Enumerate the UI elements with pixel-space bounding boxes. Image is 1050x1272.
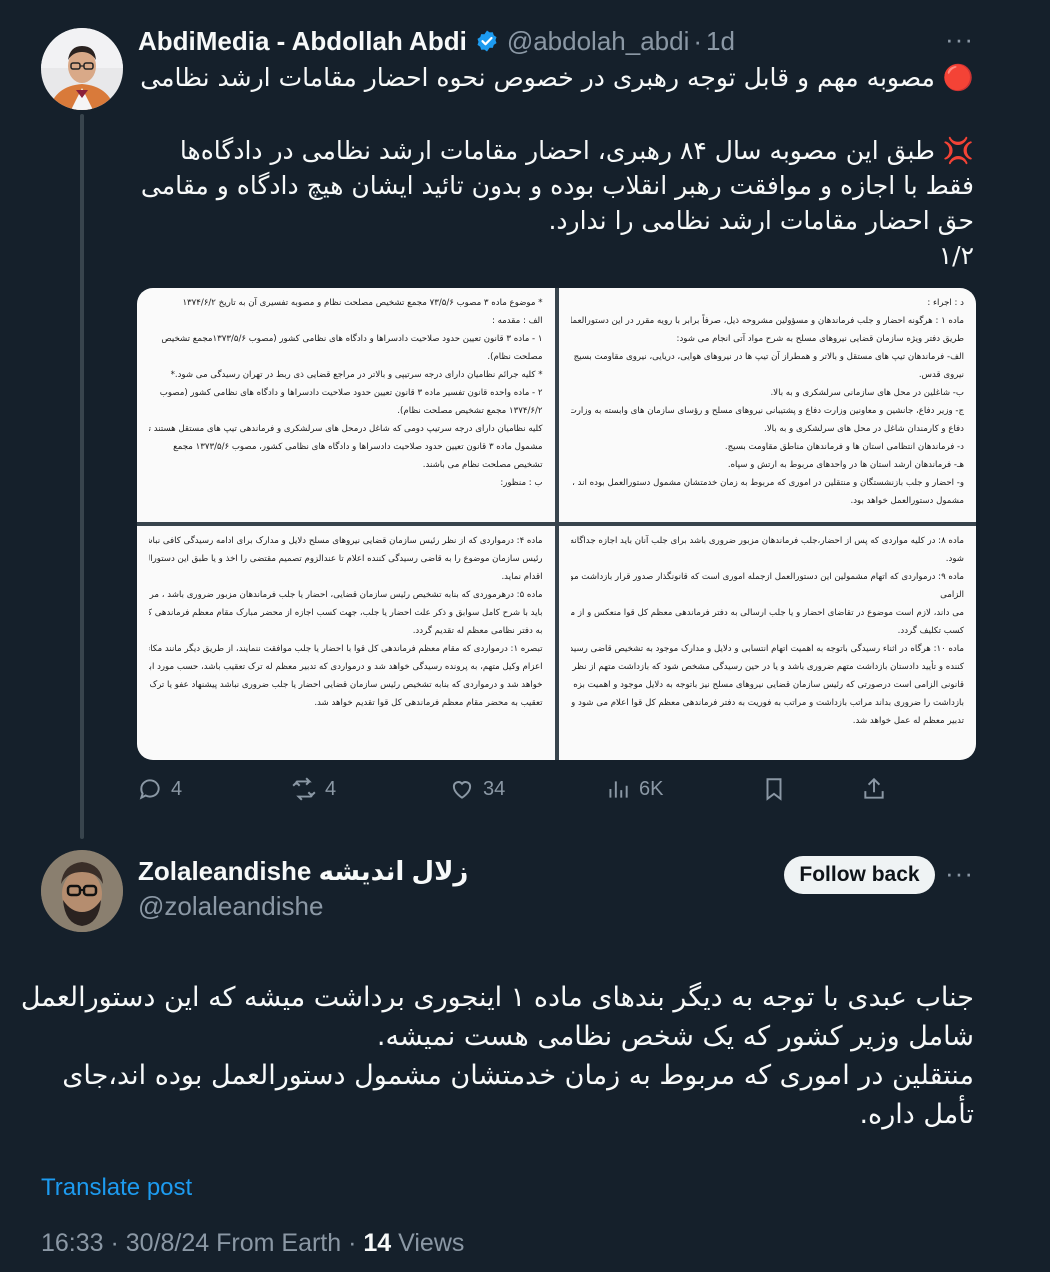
timestamp[interactable]: 16:33 · 30/8/24 From Earth ·: [41, 1229, 356, 1257]
document-line: نیروی قدس.: [918, 370, 964, 380]
author-handle[interactable]: @abdolah_abdi: [507, 26, 690, 57]
document-line: تشخیص مصلحت نظام می باشند.: [422, 460, 543, 470]
views-label: Views: [398, 1229, 465, 1257]
document-line: اعزام وکیل متهم، به پرونده رسیدگی خواهد …: [149, 662, 543, 672]
media-image-3[interactable]: ماده ۴: درمواردی که از نظر رئیس سازمان ق…: [137, 526, 555, 760]
views-button[interactable]: 6K: [605, 776, 663, 802]
reply-count: 4: [171, 777, 183, 800]
document-line: تعقیب به محضر مقام معظم فرماندهی کل قوا …: [314, 698, 543, 708]
document-line: الف : مقدمه :: [491, 316, 543, 326]
document-line: ماده ۱۰: هرگاه در اثناء رسیدگی باتوجه به…: [570, 644, 965, 654]
tweet-text-body: 💢 طبق این مصوبه سال ۸۴ رهبری، احضار مقام…: [140, 136, 974, 270]
views-icon: [609, 781, 628, 798]
tweet-metadata: 16:33 · 30/8/24 From Earth · 14 Views: [41, 1229, 464, 1258]
document-line: * کلیه جرائم نظامیان دارای درجه سرتیپی و…: [170, 370, 543, 380]
document-line: طریق دفتر ویژه سازمان قضایی نیروهای مسلح…: [676, 334, 964, 344]
repost-count: 4: [325, 777, 337, 800]
avatar[interactable]: [41, 28, 123, 110]
document-line: رئیس سازمان موضوع را به قاضی رسیدگی کنند…: [149, 554, 543, 564]
document-line: کننده و تأیید دادستان بازداشت متهم ضروری…: [572, 662, 964, 672]
thread-connector-line: [80, 114, 84, 839]
document-line: ۱۳۷۴/۶/۲ مجمع تشخیص مصلحت نظام).: [397, 406, 543, 416]
document-line: هـ- فرماندهان ارشد استان ها در واحدهای م…: [727, 460, 964, 470]
translate-post-link[interactable]: Translate post: [41, 1174, 192, 1202]
document-line: ج- وزیر دفاع، جانشین و معاونین وزارت دفا…: [570, 406, 965, 416]
tweet-media-grid[interactable]: * موضوع ماده ۳ مصوب ۷۳/۵/۶ مجمع تشخیص مص…: [137, 288, 976, 760]
document-line: مصلحت نظام).: [487, 352, 543, 362]
document-line: شود.: [945, 554, 964, 564]
document-line: ماده ۱ : هرگونه احضار و جلب فرماندهان و …: [570, 316, 965, 326]
more-icon[interactable]: ···: [945, 24, 974, 55]
document-line: د : اجراء :: [927, 298, 964, 308]
reply-icon: [139, 779, 160, 800]
like-button[interactable]: 34: [449, 776, 505, 802]
tweet-time[interactable]: 1d: [706, 26, 735, 57]
verified-icon: [477, 30, 497, 52]
document-line: تبصره ۱: درمواردی که مقام معظم فرماندهی …: [149, 644, 543, 654]
document-line: ماده ۴: درمواردی که از نظر رئیس سازمان ق…: [149, 536, 543, 546]
document-line: قانونی الزامی است درصورتی که رئیس سازمان…: [570, 680, 965, 690]
tweet-text-headline: 🔴 مصوبه مهم و قابل توجه رهبری در خصوص نح…: [140, 63, 974, 92]
author-name[interactable]: AbdiMedia - Abdollah Abdi: [138, 26, 467, 57]
document-line: مشمول ماده ۳ قانون تعیین حدود صلاحیت داد…: [173, 442, 543, 452]
media-image-1[interactable]: * موضوع ماده ۳ مصوب ۷۳/۵/۶ مجمع تشخیص مص…: [137, 288, 555, 522]
like-count: 34: [483, 777, 506, 800]
document-line: خواهد شد و درمواردی که بنابه تشخیص رئیس …: [149, 680, 543, 690]
reply-button[interactable]: 4: [137, 776, 182, 802]
document-line: * موضوع ماده ۳ مصوب ۷۳/۵/۶ مجمع تشخیص مص…: [182, 298, 543, 308]
media-image-2[interactable]: د : اجراء : ماده ۱ : هرگونه احضار و جلب ف…: [558, 288, 976, 522]
avatar[interactable]: [41, 850, 123, 932]
document-line: می داند، لازم است موضوع در تقاضای احضار …: [570, 608, 965, 618]
document-line: د- فرماندهان انتظامی استان ها و فرماندها…: [724, 442, 964, 452]
repost-button[interactable]: 4: [291, 776, 336, 802]
document-line: ب : منظور:: [500, 478, 543, 488]
document-line: ۱ - ماده ۳ قانون تعیین حدود صلاحیت دادسر…: [161, 334, 543, 344]
like-icon: [452, 781, 472, 799]
bookmark-icon: [766, 778, 782, 801]
document-line: ماده ۵: درهرموردی که بنابه تشخیص رئیس سا…: [149, 590, 543, 600]
document-line: مشمول دستورالعمل خواهد بود.: [850, 496, 964, 506]
document-line: کسب تکلیف گردد.: [897, 626, 964, 636]
document-line: الزامی: [940, 590, 964, 600]
author-handle[interactable]: @zolaleandishe: [138, 891, 323, 922]
tweet-actions: 4 4 34 6K: [137, 770, 897, 808]
media-image-4[interactable]: ماده ۸: در کلیه مواردی که پس از احضار،جل…: [558, 526, 976, 760]
tweet-text-body: جناب عبدی با توجه به دیگر بندهای ماده ۱ …: [20, 982, 974, 1130]
bookmark-button[interactable]: [761, 776, 787, 802]
views-count: 14: [363, 1229, 392, 1257]
repost-icon: [292, 777, 316, 801]
document-line: ماده ۸: در کلیه مواردی که پس از احضار،جل…: [570, 536, 965, 546]
document-line: اقدام نماید.: [501, 572, 543, 582]
document-line: بازداشت را ضروری بداند مراتب بازداشت و م…: [570, 698, 965, 708]
document-line: ماده ۹: درمواردی که اتهام مشمولین این دس…: [570, 572, 965, 582]
document-line: باید با شرح کامل سوابق و ذکر علت احضار ی…: [149, 608, 543, 618]
more-icon[interactable]: ···: [945, 858, 974, 889]
document-line: ۲ - ماده واحده قانون تفسیر ماده ۳ قانون …: [159, 388, 543, 398]
document-line: تدبیر معظم له عمل خواهد شد.: [852, 716, 964, 726]
tweet-header: AbdiMedia - Abdollah Abdi @abdolah_abdi …: [138, 22, 978, 60]
document-line: و- احضار و جلب بازنشستگان و منتقلین در ا…: [570, 478, 965, 488]
views-count: 6K: [639, 777, 664, 800]
document-line: به دفتر نظامی معظم له تقدیم گردد.: [412, 626, 543, 636]
document-line: دفاع و کارمندان شاغل در محل های سرلشکری …: [764, 424, 964, 434]
document-line: الف- فرماندهان تیپ های مستقل و بالاتر و …: [570, 352, 965, 362]
separator-dot: ·: [693, 25, 703, 56]
author-name[interactable]: Zolaleandishe زلال اندیشه: [138, 856, 468, 892]
document-line: کلیه نظامیان دارای درجه سرتیپ دومی که شا…: [149, 424, 543, 434]
follow-back-button[interactable]: Follow back: [784, 856, 935, 894]
share-icon: [864, 777, 884, 799]
share-button[interactable]: [861, 776, 887, 802]
document-line: ب- شاغلین در محل های سازمانی سرلشکری و ب…: [770, 388, 964, 398]
